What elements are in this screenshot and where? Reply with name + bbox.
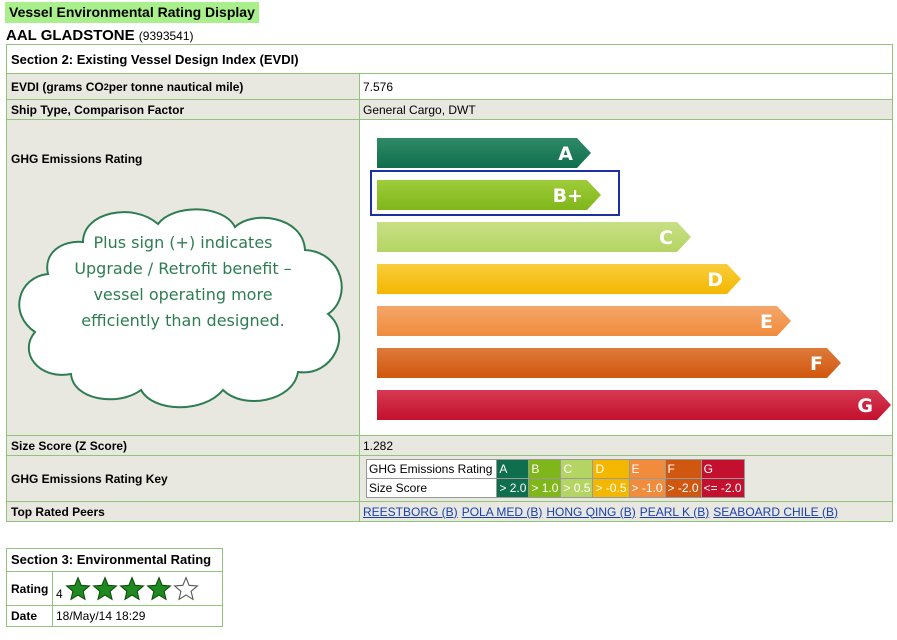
peers-row: Top Rated Peers REESTBORG (B) POLA MED (B… (7, 501, 892, 521)
rating-bar-label: A (558, 143, 573, 165)
rating-key-score-f: > -2.0 (664, 478, 702, 498)
section2-panel: Section 2: Existing Vessel Design Index … (6, 44, 893, 522)
evdi-label: EVDI (grams CO 2 per tonne nautical mile) (7, 74, 360, 99)
size-score-label: Size Score (Z Score) (7, 436, 360, 455)
rating-key-score-g: <= -2.0 (700, 478, 745, 498)
evdi-value: 7.576 (360, 74, 892, 99)
rating-bar-e (377, 306, 791, 336)
peer-link[interactable]: REESTBORG (B) (363, 505, 458, 519)
page-title: Vessel Environmental Rating Display (5, 2, 259, 23)
rating-bar-d (377, 264, 741, 294)
rating-value-cell: 4 (53, 572, 222, 605)
evdi-row: EVDI (grams CO 2 per tonne nautical mile)… (7, 73, 892, 99)
rating-stars (64, 575, 200, 602)
peer-link[interactable]: POLA MED (B) (462, 505, 543, 519)
peer-link[interactable]: PEARL K (B) (640, 505, 710, 519)
ghg-rating-bars: A B+ C D E F G (360, 120, 892, 435)
section2-header: Section 2: Existing Vessel Design Index … (11, 51, 299, 67)
rating-key-container: GHG Emissions Rating ABCDEFG Size Score … (360, 456, 892, 501)
evdi-label-pre: EVDI (grams CO (11, 79, 104, 94)
section3-header: Section 3: Environmental Rating (11, 552, 212, 567)
info-cloud: Plus sign (+) indicates Upgrade / Retrof… (13, 202, 353, 412)
ship-type-value: General Cargo, DWT (363, 102, 476, 117)
peers-links: REESTBORG (B) POLA MED (B) HONG QING (B) PE… (360, 502, 892, 521)
rating-key-grade-g: G (700, 459, 745, 479)
vessel-imo: (9393541) (138, 29, 194, 43)
ship-type-label: Ship Type, Comparison Factor (7, 100, 360, 119)
rating-bar-label: D (707, 269, 723, 291)
evdi-label-post: per tonne nautical mile) (108, 79, 244, 94)
rating-value: 4 (56, 587, 63, 601)
ghg-rating-label-text: GHG Emissions Rating (11, 152, 143, 166)
peer-link[interactable]: HONG QING (B) (546, 505, 635, 519)
rating-bar-f (377, 348, 841, 378)
ghg-rating-row: GHG Emissions Rating A B+ C D E F G Plus sign … (7, 119, 892, 435)
size-score-value: 1.282 (363, 438, 394, 453)
cloud-text: Plus sign (+) indicates Upgrade / Retrof… (74, 233, 292, 330)
peers-label: Top Rated Peers (7, 502, 360, 521)
star-empty-icon (172, 575, 199, 601)
rating-key-score-d: > -0.5 (592, 478, 630, 498)
rating-key-grade-row: GHG Emissions Rating ABCDEFG (365, 459, 745, 479)
rating-key-grade-f: F (664, 459, 702, 479)
rating-key-grade-b: B (528, 459, 562, 479)
rating-row: Rating 4 (7, 571, 222, 605)
rating-key-grade-a: A (496, 459, 530, 479)
section3-panel: Section 3: Environmental Rating Rating 4… (6, 548, 223, 627)
ship-type-row: Ship Type, Comparison Factor General Car… (7, 99, 892, 119)
rating-key-row: GHG Emissions Rating Key GHG Emissions R… (7, 455, 892, 501)
rating-bar-label: G (857, 395, 873, 417)
size-score-row: Size Score (Z Score) 1.282 (7, 435, 892, 455)
star-filled-icon (91, 575, 118, 601)
star-filled-icon (118, 575, 145, 601)
rating-key-grade-d: D (592, 459, 630, 479)
rating-bars-graphic: A B+ C D E F G (370, 138, 891, 420)
rating-key-label: GHG Emissions Rating Key (7, 456, 360, 501)
rating-bar-c (377, 222, 691, 252)
rating-bar-label: B+ (553, 185, 583, 207)
rating-key-score-row: Size Score > 2.0 > 1.0 > 0.5 > -0.5 > -1.0 > … (365, 478, 745, 498)
date-row: Date 18/May/14 18:29 (7, 605, 222, 626)
rating-key-row1-label: GHG Emissions Rating (365, 459, 498, 479)
rating-bar-label: F (810, 353, 823, 375)
vessel-name-text: AAL GLADSTONE (6, 27, 135, 44)
rating-bar-g (377, 390, 891, 420)
star-filled-icon (64, 575, 91, 601)
vessel-name: AAL GLADSTONE (9393541) (6, 27, 194, 44)
rating-key-table: GHG Emissions Rating ABCDEFG Size Score … (365, 459, 745, 498)
rating-key-score-a: > 2.0 (496, 478, 530, 498)
rating-key-score-e: > -1.0 (628, 478, 666, 498)
rating-key-score-c: > 0.5 (560, 478, 594, 498)
date-label: Date (7, 606, 53, 626)
rating-key-grade-c: C (560, 459, 594, 479)
rating-bar-label: C (659, 227, 673, 249)
rating-label: Rating (7, 572, 53, 605)
section2-header-row: Section 2: Existing Vessel Design Index … (7, 45, 892, 73)
date-value: 18/May/14 18:29 (56, 609, 146, 623)
rating-key-score-b: > 1.0 (528, 478, 562, 498)
rating-bar-label: E (760, 311, 773, 333)
rating-key-grade-e: E (628, 459, 666, 479)
peer-link[interactable]: SEABOARD CHILE (B) (713, 505, 838, 519)
star-filled-icon (145, 575, 172, 601)
rating-key-row2-label: Size Score (365, 478, 498, 498)
